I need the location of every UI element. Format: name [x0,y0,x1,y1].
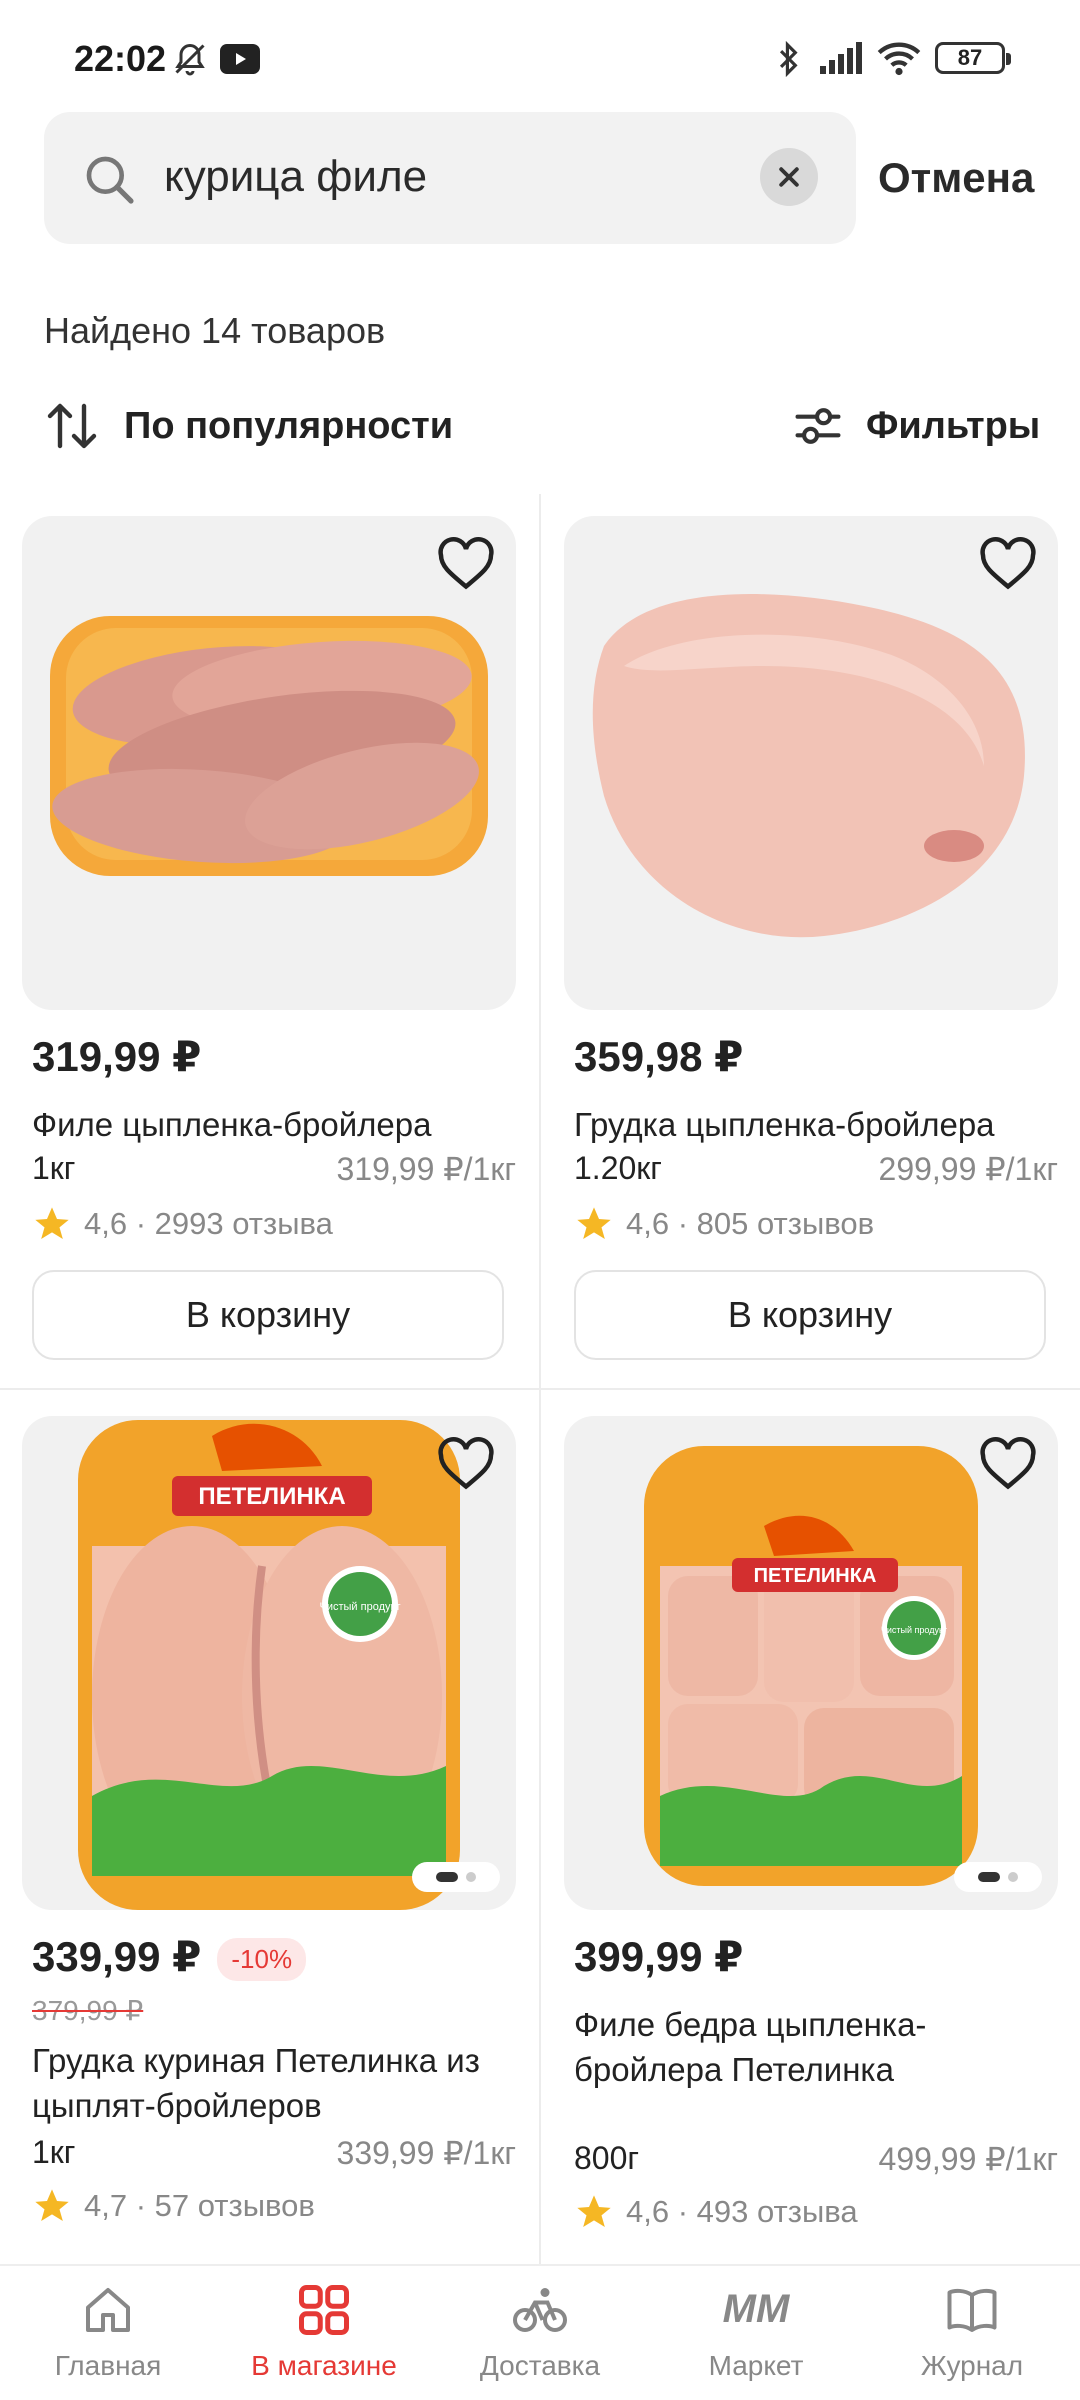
product-name[interactable]: Филе бедра цыпленка-бройлера Петелинка [574,2002,934,2092]
star-icon [35,1207,69,1239]
nav-label: Журнал [920,2350,1024,2381]
filters-button[interactable]: Фильтры [792,396,1040,456]
rating-text: 4,7 · 57 отзывов [84,2188,315,2223]
cancel-button[interactable]: Отмена [878,154,1034,202]
grid-icon [299,2285,349,2335]
product-unit-price: 339,99 ₽/1кг [336,2135,516,2171]
nav-item-in-store[interactable]: В магазине [216,2266,432,2400]
product-name[interactable]: Грудка цыпленка-бройлера [574,1102,1054,1147]
close-icon [779,167,799,187]
price-value: 339,99 ₽ [32,1933,202,1980]
favorite-heart-icon[interactable] [436,1436,496,1492]
product-price: 359,98 ₽ [574,1033,744,1080]
bike-icon [513,2288,567,2332]
rating-text: 4,6 · 805 отзывов [626,1206,875,1241]
image-pager-dots[interactable] [954,1862,1042,1892]
product-price: 339,99 ₽ -10% [32,1932,307,1982]
clear-search-button[interactable] [760,148,818,206]
nav-item-journal[interactable]: Журнал [864,2266,1080,2400]
product-weight: 800г [574,2140,640,2176]
product-rating: 4,6 · 2993 отзыва [32,1204,333,1244]
add-to-cart-button[interactable]: В корзину [32,1270,504,1360]
status-bar: 22:02 87 [0,0,1080,110]
youtube-icon [220,44,260,74]
nav-label: В магазине [251,2350,397,2381]
product-name[interactable]: Грудка куриная Петелинка из цыплят-бройл… [32,2038,512,2128]
nav-item-market[interactable]: MM Маркет [648,2266,864,2400]
search-input[interactable]: курица филе [164,152,427,202]
filters-icon [795,408,841,444]
product-weight: 1кг [32,2134,76,2170]
sort-icon [47,403,97,449]
filters-label: Фильтры [866,404,1041,447]
home-icon [86,2288,130,2332]
nav-item-home[interactable]: Главная [0,2266,216,2400]
product-unit-price: 299,99 ₽/1кг [878,1151,1058,1187]
results-count: Найдено 14 товаров [44,310,386,351]
product-rating: 4,7 · 57 отзывов [32,2186,315,2226]
add-to-cart-button[interactable]: В корзину [574,1270,1046,1360]
grid-divider [0,1388,1080,1390]
badge-label: Чистый продукт [320,1601,401,1613]
nav-label: Маркет [708,2350,804,2381]
wifi-icon [877,42,921,76]
star-icon [35,2189,69,2221]
sort-label: По популярности [124,404,454,447]
favorite-heart-icon[interactable] [978,536,1038,592]
star-icon [577,1207,611,1239]
search-bar[interactable]: курица филе [44,112,856,244]
nav-item-delivery[interactable]: Доставка [432,2266,648,2400]
search-icon [86,156,134,204]
signal-icon [820,42,862,74]
grid-divider [539,494,541,2264]
image-pager-dots[interactable] [412,1862,500,1892]
svg-text:MM: MM [723,2287,791,2331]
product-price: 319,99 ₽ [32,1033,202,1080]
old-price: 379,99 ₽ [32,1995,144,2026]
status-time: 22:02 [74,38,167,79]
bell-off-icon [175,43,205,76]
product-name[interactable]: Филе цыпленка-бройлера [32,1102,512,1147]
product-weight: 1.20кг [574,1150,662,1186]
market-logo: MM [723,2287,791,2331]
product-price: 399,99 ₽ [574,1933,744,1980]
product-rating: 4,6 · 493 отзыва [574,2192,858,2232]
sort-button[interactable]: По популярности [44,396,453,456]
product-rating: 4,6 · 805 отзывов [574,1204,874,1244]
nav-label: Доставка [479,2350,601,2381]
favorite-heart-icon[interactable] [978,1436,1038,1492]
badge-label: Чистый продукт [881,1625,947,1635]
product-unit-price: 319,99 ₽/1кг [336,1151,516,1187]
product-unit-price: 499,99 ₽/1кг [878,2141,1058,2177]
nav-label: Главная [54,2350,162,2381]
brand-label: ПЕТЕЛИНКА [754,1565,877,1587]
battery-indicator: 87 [935,42,1011,74]
discount-badge: -10% [217,1938,307,1982]
rating-text: 4,6 · 493 отзыва [626,2194,858,2229]
book-icon [947,2288,997,2332]
bottom-navigation: Главная В магазине Доставка MM Маркет Жу… [0,2264,1080,2400]
product-weight: 1кг [32,1150,76,1186]
bluetooth-icon [779,40,798,78]
star-icon [577,2195,611,2227]
favorite-heart-icon[interactable] [436,536,496,592]
brand-label: ПЕТЕЛИНКА [198,1483,345,1510]
rating-text: 4,6 · 2993 отзыва [84,1206,333,1241]
